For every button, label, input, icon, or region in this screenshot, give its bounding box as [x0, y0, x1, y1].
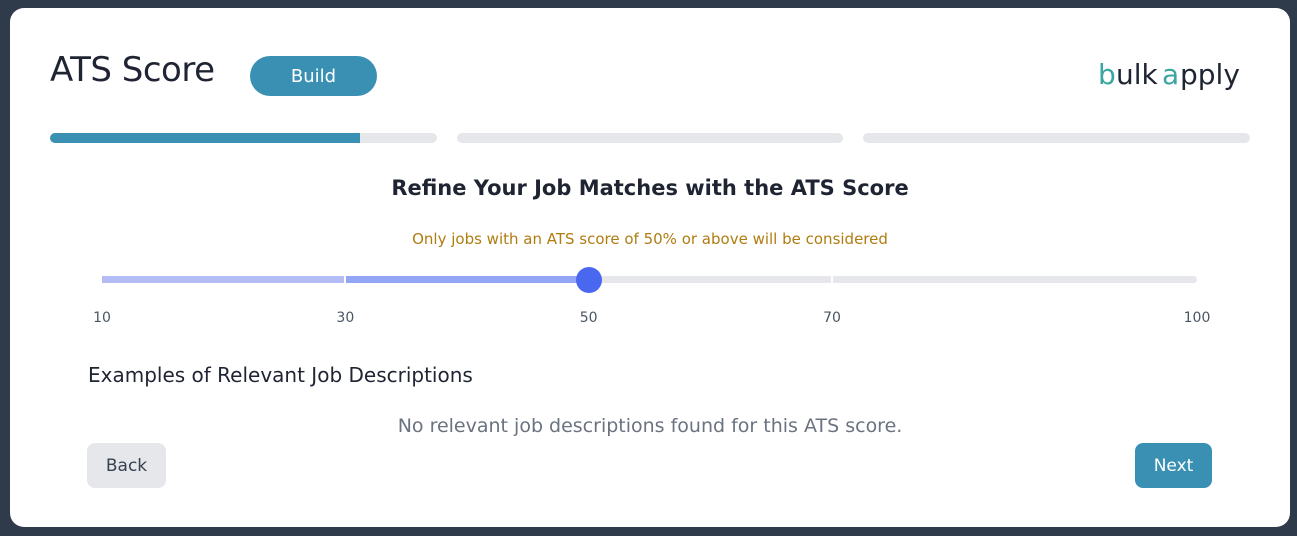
ats-score-slider[interactable]	[102, 267, 1197, 293]
back-button[interactable]: Back	[87, 443, 166, 488]
step-progress-3	[863, 133, 1250, 143]
slider-fill-low	[102, 276, 346, 283]
page-title: ATS Score	[50, 50, 215, 90]
slider-tick-label: 50	[579, 310, 598, 326]
next-button[interactable]: Next	[1135, 443, 1212, 488]
slider-thumb[interactable]	[575, 267, 602, 293]
section-heading: Refine Your Job Matches with the ATS Sco…	[391, 176, 909, 200]
threshold-note: Only jobs with an ATS score of 50% or ab…	[412, 230, 888, 248]
slider-tick-label: 100	[1183, 310, 1211, 326]
bulkapply-logo: b ulk a pply	[1098, 58, 1240, 91]
step-progress-1-fill	[50, 133, 360, 143]
examples-title: Examples of Relevant Job Descriptions	[88, 363, 473, 387]
slider-tick-label: 70	[823, 310, 841, 326]
slider-tick-30	[344, 276, 347, 283]
slider-fill-high	[345, 276, 589, 283]
build-button[interactable]: Build	[250, 56, 377, 96]
svg-text:a: a	[1162, 58, 1179, 91]
svg-text:ulk: ulk	[1116, 58, 1159, 91]
step-progress-2	[457, 133, 843, 143]
slider-tick-label: 30	[336, 310, 355, 326]
empty-state-message: No relevant job descriptions found for t…	[397, 415, 903, 437]
ats-score-card: ATS Score Build b ulk a pply Refine Your…	[10, 8, 1290, 527]
step-progress-1	[50, 133, 437, 143]
svg-text:b: b	[1098, 58, 1116, 91]
slider-tick-70	[831, 276, 833, 283]
slider-tick-label: 10	[93, 310, 111, 326]
svg-text:pply: pply	[1180, 58, 1240, 91]
